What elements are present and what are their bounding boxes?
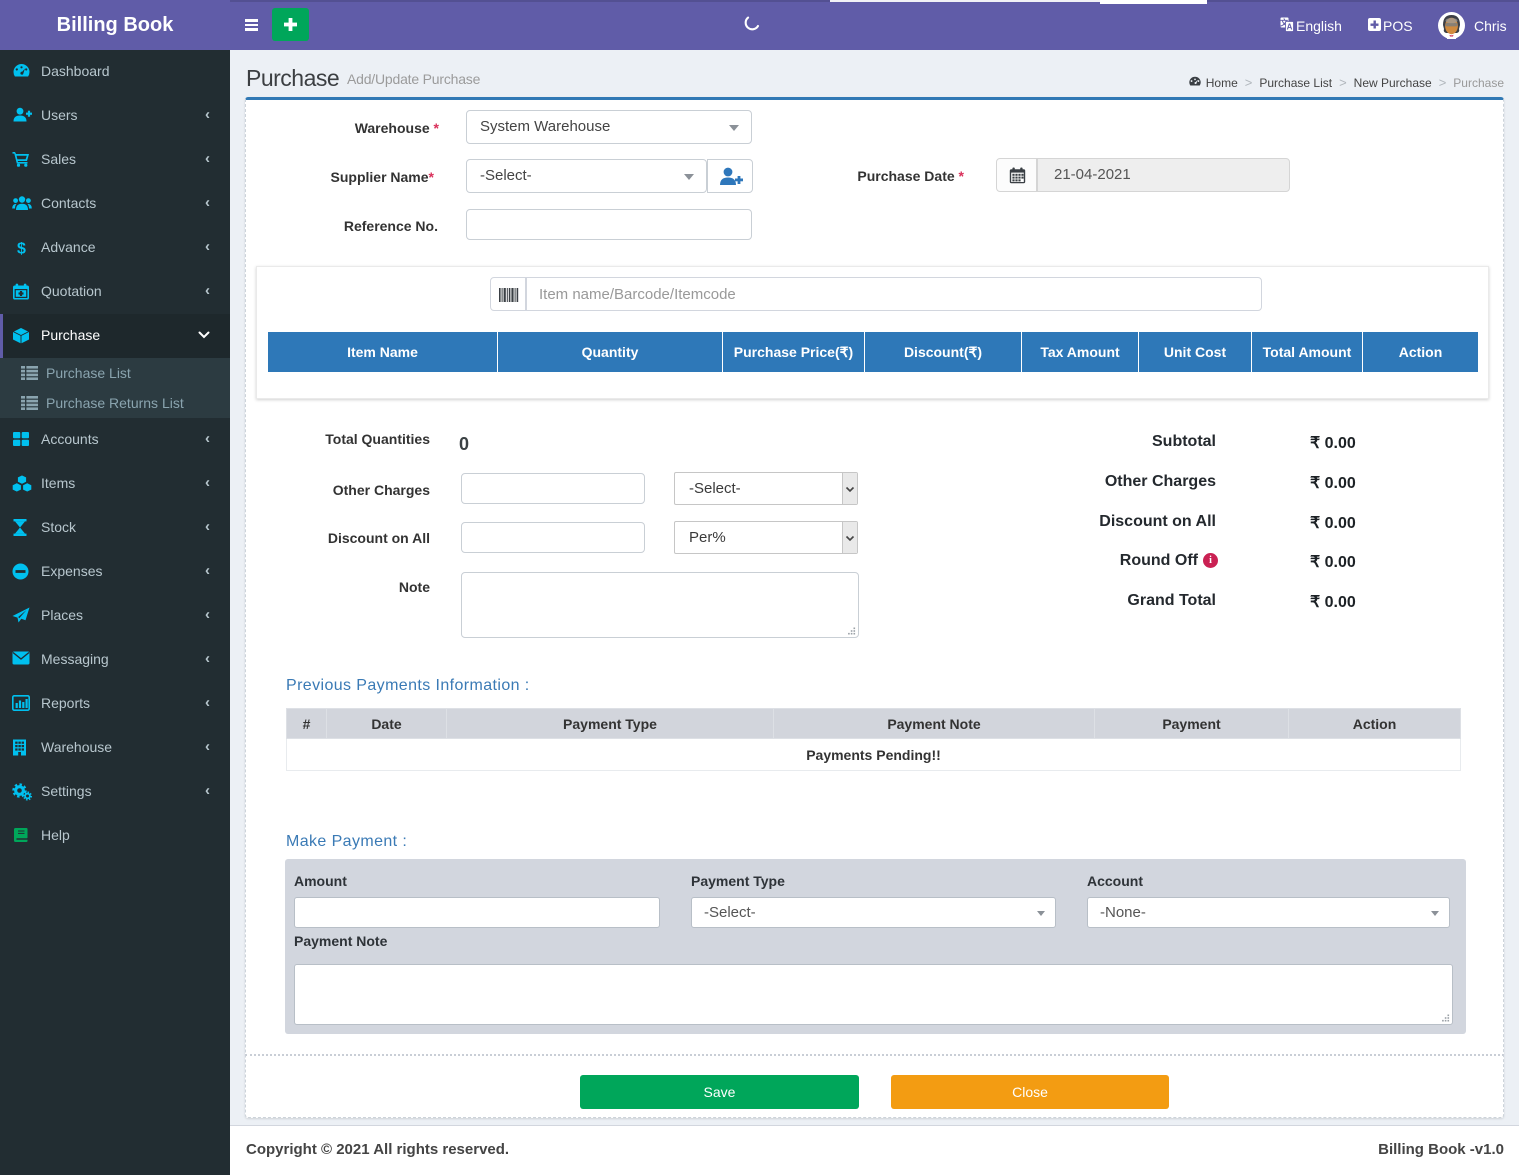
- svg-text:$: $: [17, 241, 26, 257]
- svg-text:A: A: [1287, 23, 1293, 32]
